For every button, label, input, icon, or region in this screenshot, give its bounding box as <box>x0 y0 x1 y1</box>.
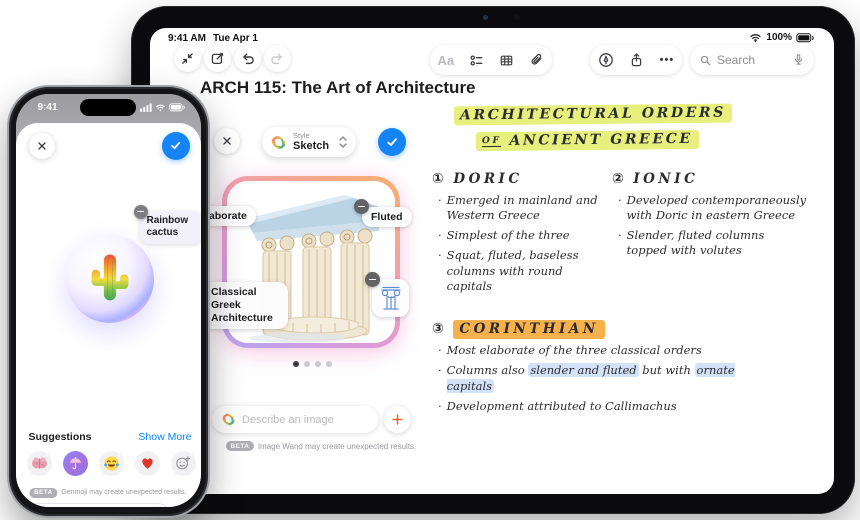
style-label: Style <box>293 131 310 141</box>
minus-icon <box>369 278 376 281</box>
genmoji-tag-remove-button[interactable] <box>133 204 148 219</box>
thumbnail-tag-remove-button[interactable] <box>365 272 380 287</box>
describe-image-input[interactable]: Describe an image <box>212 406 378 433</box>
battery-percent: 100% <box>766 32 792 43</box>
add-image-button[interactable] <box>384 406 411 433</box>
genmoji-beta-disclaimer: BETA Genmoji may create unexpected resul… <box>29 487 187 498</box>
notes-section-corinthian: ③ CORINTHIAN · Most elaborate of the three… <box>432 320 735 413</box>
show-more-link[interactable]: Show More <box>138 431 191 443</box>
new-genmoji-icon <box>176 456 191 470</box>
close-icon <box>37 141 46 150</box>
wifi-icon <box>749 32 762 43</box>
wifi-icon <box>155 103 166 112</box>
collapse-icon <box>180 51 195 66</box>
apple-intelligence-icon <box>270 134 287 151</box>
iphone-device: 9:41 Rainbow cactus Suggestions Show Mor… <box>7 85 210 518</box>
redo-button[interactable] <box>264 45 291 72</box>
notes-heading-1: ARCHITECTURAL ORDERS <box>453 103 732 126</box>
search-icon <box>699 54 712 67</box>
chevron-up-down-icon <box>338 135 348 149</box>
column-sketch-icon <box>380 286 401 310</box>
compose-button[interactable] <box>204 45 231 72</box>
battery-icon <box>168 102 185 112</box>
iphone-status-time: 9:41 <box>37 101 58 113</box>
notes-heading-2: OF ANCIENT GREECE <box>475 129 699 152</box>
tag-fluted[interactable]: Fluted <box>362 207 412 227</box>
search-placeholder: Search <box>717 53 756 67</box>
suggestion-brain-emoji[interactable] <box>26 450 52 476</box>
genmoji-sheet: Rainbow cactus Suggestions Show More BET… <box>15 122 201 507</box>
beta-note: Image Wand may create unexpected results… <box>257 441 417 451</box>
style-value: Sketch <box>293 139 330 152</box>
beta-badge: BETA <box>29 487 58 498</box>
text-format-button[interactable]: Aa <box>438 53 455 68</box>
laughing-emoji-icon <box>103 455 119 471</box>
ipad-device: 9:41 AM Tue Apr 1 100% Aa ••• Search ARC… <box>131 6 855 514</box>
beta-badge: BETA <box>226 441 254 451</box>
more-icon[interactable]: ••• <box>660 54 675 66</box>
minus-icon <box>358 205 365 208</box>
undo-icon <box>240 51 255 66</box>
stage: 9:41 AM Tue Apr 1 100% Aa ••• Search ARC… <box>0 0 860 520</box>
undo-button[interactable] <box>234 45 261 72</box>
genmoji-close-button[interactable] <box>28 132 55 159</box>
mic-icon[interactable] <box>792 53 805 67</box>
ipad-camera <box>483 15 519 20</box>
redo-icon <box>270 51 285 66</box>
suggestions-row <box>26 450 196 476</box>
collapse-button[interactable] <box>174 45 201 72</box>
suggestion-laughing-emoji[interactable] <box>98 450 124 476</box>
attachment-icon[interactable] <box>529 53 544 68</box>
iphone-screen: 9:41 Rainbow cactus Suggestions Show Mor… <box>15 93 201 507</box>
brain-emoji-icon <box>31 456 47 468</box>
search-field[interactable]: Search <box>690 45 814 75</box>
umbrella-genmoji-icon <box>69 456 81 469</box>
note-title: ARCH 115: The Art of Architecture <box>200 78 476 97</box>
ipad-status-date: Tue Apr 1 <box>212 33 258 44</box>
minus-icon <box>137 210 144 213</box>
suggestions-label: Suggestions <box>28 430 92 443</box>
markup-icon[interactable] <box>598 52 614 68</box>
heart-emoji-icon <box>141 458 153 469</box>
ipad-screen: 9:41 AM Tue Apr 1 100% Aa ••• Search ARC… <box>150 28 834 494</box>
close-icon <box>221 135 233 147</box>
image-wand-accept-button[interactable] <box>378 128 406 156</box>
plus-icon <box>392 414 403 425</box>
page-dot-active <box>293 361 299 367</box>
suggestion-heart-emoji[interactable] <box>134 450 160 476</box>
tag-classical-greek-architecture[interactable]: Classical Greek Architecture <box>202 282 288 330</box>
checkmark-icon <box>171 142 180 150</box>
checklist-icon[interactable] <box>469 53 484 68</box>
ipad-status-time: 9:41 AM <box>168 33 206 44</box>
format-toolbar: Aa <box>430 45 552 75</box>
tag-fluted-remove-button[interactable] <box>354 199 369 214</box>
compose-icon <box>210 51 225 66</box>
notes-section-ionic: ② IONIC · Developed contemporaneously with… <box>612 171 807 258</box>
table-icon[interactable] <box>499 53 514 68</box>
page-dots[interactable] <box>293 361 332 367</box>
beta-note: Genmoji may create unexpected results. <box>61 489 187 496</box>
battery-icon <box>796 32 814 43</box>
image-wand-beta-disclaimer: BETA Image Wand may create unexpected re… <box>226 441 416 451</box>
apple-intelligence-icon <box>221 412 236 427</box>
person-genmoji-button[interactable] <box>176 502 201 507</box>
genmoji-accept-button[interactable] <box>161 131 190 160</box>
describe-genmoji-input[interactable]: Describe a Genmoji <box>24 502 171 507</box>
suggestion-umbrella-genmoji[interactable] <box>62 450 88 476</box>
cellular-icon <box>139 102 152 112</box>
checkmark-icon <box>385 135 399 149</box>
genmoji-preview-orb <box>65 234 154 323</box>
ipad-status-bar: 9:41 AM Tue Apr 1 100% <box>150 32 834 46</box>
iphone-status-bar: 9:41 <box>16 102 201 114</box>
actions-toolbar: ••• <box>590 45 682 75</box>
image-wand-close-button[interactable] <box>214 128 240 154</box>
share-icon[interactable] <box>629 52 644 68</box>
suggestion-new-genmoji[interactable] <box>170 450 196 476</box>
describe-image-placeholder: Describe an image <box>242 413 334 426</box>
rainbow-cactus-genmoji <box>91 253 128 300</box>
notes-section-doric: ① DORIC · Emerged in mainland and Western … <box>432 171 598 293</box>
genmoji-prompt-tag[interactable]: Rainbow cactus <box>139 210 201 244</box>
style-selector[interactable]: Style Sketch <box>262 127 356 157</box>
